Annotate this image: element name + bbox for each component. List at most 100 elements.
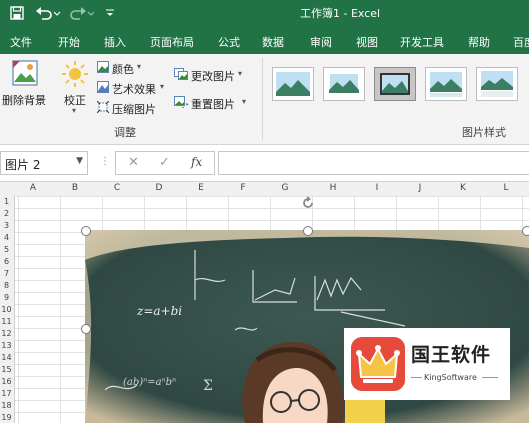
watermark: 国王软件 KingSoftware	[344, 328, 510, 400]
reset-picture-icon	[174, 96, 190, 111]
column-header[interactable]: A	[18, 183, 48, 193]
divider	[482, 377, 498, 378]
column-header[interactable]: L	[491, 183, 521, 193]
tab-review[interactable]: 审阅	[310, 34, 332, 50]
row-header[interactable]: 2	[0, 209, 13, 218]
row-headers: 1 2 3 4 5 6 7 8 9 10 11 12 13 14 15 16 1…	[0, 196, 15, 423]
row-header[interactable]: 10	[0, 305, 13, 314]
crown-logo-icon	[351, 337, 405, 394]
row-header[interactable]: 3	[0, 221, 13, 230]
enter-icon[interactable]: ✓	[159, 155, 170, 170]
tab-page-layout[interactable]: 页面布局	[150, 34, 194, 50]
resize-handle[interactable]	[81, 226, 91, 236]
svg-text:Σ: Σ	[203, 378, 213, 394]
chevron-down-icon[interactable]: ▼	[76, 156, 83, 166]
picture-style-thumb[interactable]	[323, 67, 365, 101]
tab-insert[interactable]: 插入	[104, 34, 126, 50]
row-header[interactable]: 19	[0, 413, 13, 422]
picture-style-thumb[interactable]	[272, 67, 314, 101]
row-header[interactable]: 4	[0, 233, 13, 242]
tab-home[interactable]: 开始	[58, 34, 80, 50]
ribbon: 删除背景 校正 ▾ 颜色 ▾ 艺术效果 ▾ 压缩图片 更改图片 ▾ 重置图片 ▾…	[0, 54, 529, 145]
tab-data[interactable]: 数据	[262, 34, 284, 50]
tab-baidu[interactable]: 百度	[513, 34, 529, 50]
cancel-icon[interactable]: ✕	[128, 155, 139, 170]
window-title: 工作簿1 - Excel	[300, 7, 381, 20]
name-box[interactable]: 图片 2 ▼	[0, 151, 88, 175]
row-header[interactable]: 14	[0, 353, 13, 362]
column-header[interactable]: F	[228, 183, 258, 193]
row-header[interactable]: 6	[0, 257, 13, 266]
resize-handle[interactable]	[81, 324, 91, 334]
tab-developer[interactable]: 开发工具	[400, 34, 444, 50]
group-label-picture-styles: 图片样式	[462, 126, 506, 139]
row-header[interactable]: 5	[0, 245, 13, 254]
color-button[interactable]: 颜色	[112, 61, 134, 77]
remove-background-icon[interactable]	[12, 60, 38, 91]
tab-formulas[interactable]: 公式	[218, 34, 240, 50]
watermark-subtitle: KingSoftware	[424, 373, 477, 382]
column-header[interactable]: D	[144, 183, 174, 193]
column-header[interactable]: C	[102, 183, 132, 193]
tab-file[interactable]: 文件	[10, 34, 32, 50]
tab-view[interactable]: 视图	[356, 34, 378, 50]
redo-icon[interactable]	[68, 4, 96, 22]
row-header[interactable]: 15	[0, 365, 13, 374]
row-header[interactable]: 17	[0, 389, 13, 398]
reset-picture-button[interactable]: 重置图片	[191, 96, 235, 112]
formula-buttons: ✕ ✓ fx	[115, 151, 215, 175]
column-header[interactable]: H	[318, 183, 348, 193]
row-header[interactable]: 18	[0, 401, 13, 410]
artistic-effects-dropdown-icon[interactable]: ▾	[160, 82, 164, 91]
drag-handle-icon[interactable]: ⋮	[100, 156, 110, 167]
undo-icon[interactable]	[34, 4, 62, 22]
svg-text:(ab)ⁿ=aⁿbⁿ: (ab)ⁿ=aⁿbⁿ	[123, 377, 176, 388]
blackboard-formula: z=a+bi	[136, 304, 182, 318]
compress-pictures-icon	[96, 100, 110, 116]
column-header[interactable]: B	[60, 183, 90, 193]
watermark-title: 国王软件	[411, 344, 492, 366]
row-header[interactable]: 1	[0, 197, 13, 206]
column-header[interactable]: G	[270, 183, 300, 193]
corrections-dropdown-icon[interactable]: ▾	[72, 106, 76, 115]
change-picture-button[interactable]: 更改图片	[191, 68, 235, 84]
picture-style-thumb[interactable]	[476, 67, 518, 101]
resize-handle[interactable]	[522, 226, 529, 236]
row-header[interactable]: 11	[0, 317, 13, 326]
save-icon[interactable]	[8, 4, 26, 22]
row-header[interactable]: 9	[0, 293, 13, 302]
remove-background-button[interactable]: 删除背景	[2, 92, 46, 108]
color-dropdown-icon[interactable]: ▾	[137, 62, 141, 71]
row-header[interactable]: 7	[0, 269, 13, 278]
ribbon-tabs: 文件 开始 插入 页面布局 公式 数据 审阅 视图 开发工具 帮助 百度	[0, 26, 529, 54]
column-header[interactable]: E	[186, 183, 216, 193]
change-picture-dropdown-icon[interactable]: ▾	[238, 69, 242, 78]
artistic-effects-icon	[97, 81, 109, 96]
corrections-icon[interactable]	[61, 60, 89, 91]
row-header[interactable]: 8	[0, 281, 13, 290]
rotate-handle-icon[interactable]	[301, 196, 315, 213]
column-header[interactable]: I	[362, 183, 392, 193]
customize-icon[interactable]	[104, 4, 116, 22]
color-icon	[97, 61, 109, 76]
insert-function-icon[interactable]: fx	[191, 155, 202, 169]
picture-style-thumb[interactable]	[425, 67, 467, 101]
reset-picture-dropdown-icon[interactable]: ▾	[242, 97, 246, 106]
formula-input[interactable]	[218, 151, 529, 175]
compress-pictures-button[interactable]: 压缩图片	[112, 101, 156, 117]
column-header[interactable]: K	[448, 183, 478, 193]
divider	[411, 377, 422, 378]
row-header[interactable]: 12	[0, 329, 13, 338]
group-label-adjust: 调整	[114, 126, 136, 139]
change-picture-icon	[174, 68, 188, 83]
artistic-effects-button[interactable]: 艺术效果	[112, 81, 156, 97]
resize-handle[interactable]	[303, 226, 313, 236]
column-header[interactable]: J	[405, 183, 435, 193]
picture-style-thumb[interactable]	[374, 67, 416, 101]
column-headers: A B C D E F G H I J K L	[0, 182, 529, 197]
title-bar: 工作簿1 - Excel	[0, 0, 529, 26]
tab-help[interactable]: 帮助	[468, 34, 490, 50]
name-box-value: 图片 2	[5, 158, 41, 172]
row-header[interactable]: 13	[0, 341, 13, 350]
row-header[interactable]: 16	[0, 377, 13, 386]
